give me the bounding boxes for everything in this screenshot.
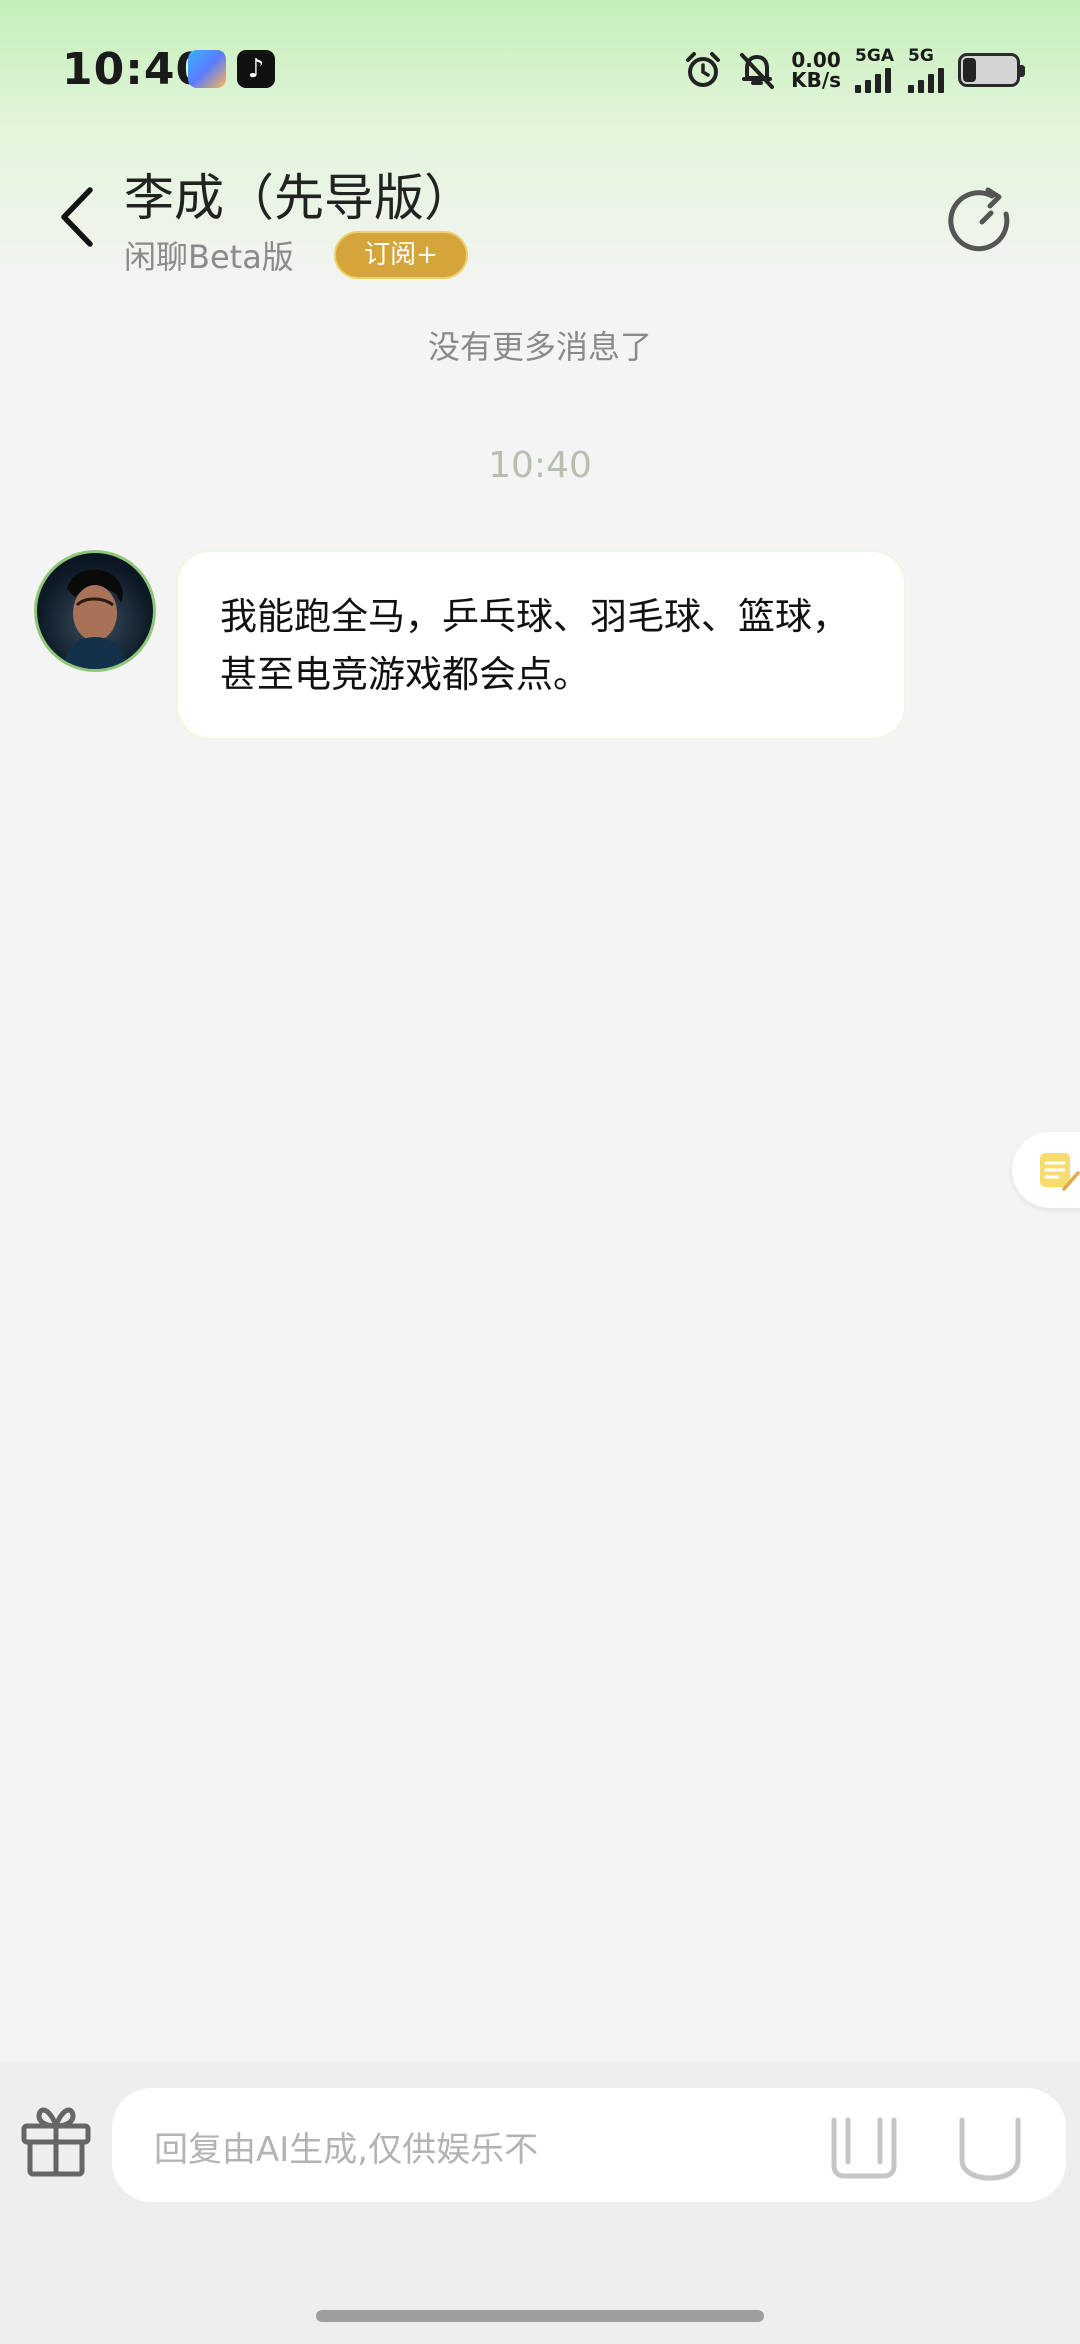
tiktok-icon: ♪ (237, 50, 275, 88)
message-input[interactable]: 回复由AI生成,仅供娱乐不 (112, 2088, 1066, 2202)
battery-level (963, 58, 976, 82)
gift-icon (21, 2107, 91, 2177)
signal-5g: 5G (908, 47, 944, 93)
refresh-icon (948, 187, 1010, 252)
gift-button[interactable] (14, 2098, 98, 2182)
alarm-icon (683, 50, 723, 90)
mute-bell-icon (737, 50, 777, 90)
app-store-icon (188, 50, 226, 88)
more-button[interactable] (952, 2108, 1028, 2184)
more-icon (959, 2117, 1021, 2181)
input-placeholder: 回复由AI生成,仅供娱乐不 (154, 2130, 539, 2170)
avatar[interactable] (34, 550, 156, 672)
message-timestamp: 10:40 (488, 445, 592, 486)
status-time: 10:40 (62, 44, 208, 95)
chevron-left-icon (61, 187, 93, 247)
home-indicator (316, 2310, 764, 2322)
voice-icon (831, 2117, 897, 2179)
notes-icon (1040, 1153, 1080, 1191)
notes-tab[interactable] (1012, 1132, 1080, 1208)
chat-mode-label: 闲聊Beta版 (124, 238, 294, 276)
message-bubble[interactable]: 我能跑全马，乒乓球、羽毛球、篮球，甚至电竞游戏都会点。 (176, 550, 906, 740)
back-button[interactable] (52, 182, 112, 252)
network-speed: 0.00 KB/s (791, 50, 841, 90)
voice-button[interactable] (826, 2108, 902, 2184)
signal-5ga: 5GA (855, 47, 894, 93)
network-speed-unit: KB/s (791, 68, 842, 92)
refresh-button[interactable] (944, 184, 1020, 260)
status-bar: 10:40 ♪ 0.00 KB/s 5GA 5G (0, 0, 1080, 140)
subscribe-button[interactable]: 订阅+ (334, 231, 468, 279)
battery-icon (958, 53, 1025, 87)
signal-5ga-label: 5GA (855, 46, 894, 66)
contact-name: 李成（先导版） (124, 169, 474, 227)
signal-bars-icon (855, 65, 892, 93)
signal-5g-label: 5G (908, 46, 934, 66)
signal-bars-icon (908, 65, 944, 93)
network-speed-value: 0.00 (791, 48, 841, 72)
avatar-photo (63, 569, 127, 669)
no-more-messages: 没有更多消息了 (427, 328, 652, 366)
